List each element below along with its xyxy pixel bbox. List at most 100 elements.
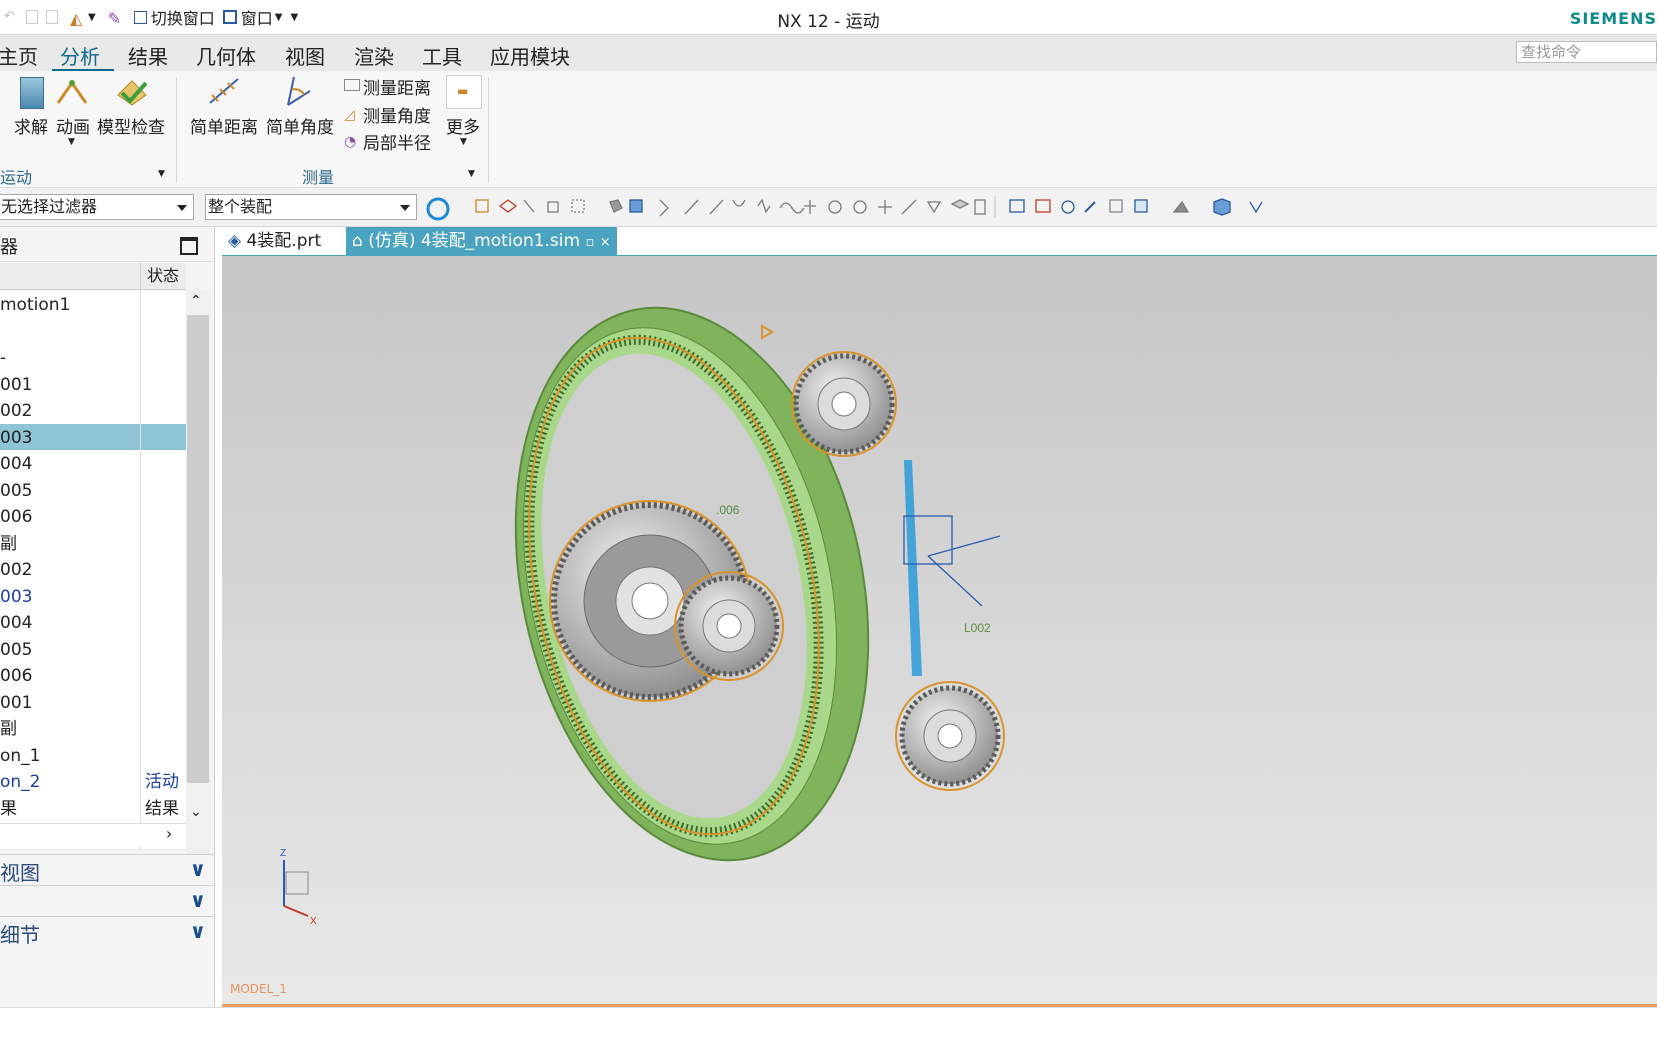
graphics-window[interactable]: .006 L002 Z X MODEL_1 [222, 256, 1657, 1004]
selection-scope-dropdown[interactable]: 整个装配 [205, 194, 417, 220]
tree-row[interactable]: 001 [0, 370, 186, 400]
animation-button[interactable]: 动画 [56, 113, 90, 138]
carrier-arm[interactable] [904, 460, 922, 676]
tab-assembly-prt[interactable]: ◈ 4装配.prt [222, 227, 327, 255]
tree-row[interactable]: 004 [0, 450, 186, 479]
tree-row[interactable]: 005 [0, 476, 186, 506]
tab-float-icon[interactable]: ▫ [585, 235, 594, 250]
simulation-file-icon: ⌂ [352, 231, 363, 251]
tree-row-status [140, 715, 191, 743]
section-label: 视图 [0, 861, 40, 885]
model-name-label: MODEL_1 [230, 982, 287, 996]
more-button[interactable]: 更多 [446, 113, 480, 138]
group-label-motion: 运动 [0, 168, 33, 187]
tree-row[interactable]: 002 [0, 556, 186, 585]
tab-application[interactable]: 应用模块 [490, 41, 570, 70]
tree-row-status: 活动 [140, 768, 191, 796]
scroll-right-icon[interactable]: › [166, 824, 172, 843]
ribbon: 求解 动画 ▼ 模型检查 运动 ▼ 简单距离 简单角度 测量距离 ◿ 测量角度 … [0, 71, 1657, 188]
more-dropdown-icon[interactable]: ▼ [460, 137, 467, 147]
tree-row[interactable]: 002 [0, 397, 186, 426]
tree-row-name: on_2 [0, 772, 41, 792]
model-check-icon[interactable] [114, 75, 150, 107]
window-title: NX 12 - 运动 [777, 12, 880, 32]
simple-angle-button[interactable]: 简单角度 [266, 113, 334, 138]
tree-row-status [140, 397, 191, 425]
gear-assembly-model[interactable]: .006 L002 Z X [222, 256, 1657, 1004]
tree-row-name [0, 318, 140, 346]
chevron-down-icon [400, 205, 410, 211]
local-radius-icon: ◔ [344, 134, 357, 150]
more-icon[interactable]: ▬ [446, 75, 482, 109]
scroll-down-icon[interactable]: ⌄ [190, 804, 202, 820]
tree-row-name: 005 [0, 639, 33, 660]
animation-icon[interactable] [56, 77, 88, 107]
simple-distance-button[interactable]: 简单距离 [190, 113, 258, 138]
section-views[interactable]: 视图 ∨ [0, 854, 214, 885]
model-check-button[interactable]: 模型检查 [97, 113, 165, 138]
tab-render[interactable]: 渲染 [354, 41, 394, 70]
measure-distance-button[interactable]: 测量距离 [363, 74, 431, 99]
simple-distance-icon[interactable] [206, 75, 242, 107]
tree-row[interactable]: 005 [0, 635, 186, 665]
tab-motion-sim[interactable]: ⌂ (仿真) 4装配_motion1.sim ▫ × [346, 227, 617, 255]
horizontal-scrollbar[interactable]: › [0, 823, 186, 846]
tree-row-name: 副 [0, 719, 17, 739]
scrollbar-thumb[interactable] [187, 315, 209, 783]
tree-row[interactable]: on_2 活动 [0, 768, 186, 797]
command-search-input[interactable]: 查找命令 [1516, 41, 1657, 63]
tab-tools[interactable]: 工具 [422, 41, 462, 70]
solve-button[interactable]: 求解 [14, 113, 48, 138]
tree-row-status [140, 344, 191, 372]
tree-row-name: 004 [0, 613, 33, 633]
close-icon[interactable]: × [600, 235, 611, 250]
tree-row-name: 004 [0, 454, 33, 474]
tree-row[interactable]: 004 [0, 609, 186, 638]
tree-row-name: 005 [0, 480, 33, 501]
tree-row-name: 003 [0, 586, 33, 607]
tree-row[interactable]: 006 [0, 662, 186, 691]
tree-row[interactable]: 003 [0, 423, 186, 453]
maximize-icon[interactable] [180, 237, 198, 255]
tree-row[interactable]: 副 [0, 529, 186, 559]
status-column-header[interactable]: 状态 [140, 263, 193, 289]
chevron-down-icon: ∨ [189, 919, 206, 943]
tree-row-status [140, 582, 191, 611]
tree-row-name: 002 [0, 401, 33, 421]
selection-filter-dropdown[interactable]: 无选择过滤器 [0, 194, 194, 220]
svg-text:X: X [310, 916, 317, 927]
tab-results[interactable]: 结果 [128, 41, 168, 70]
group-expand-icon[interactable]: ▼ [468, 169, 475, 179]
tab-view[interactable]: 视图 [285, 41, 325, 70]
scroll-up-icon[interactable]: ⌃ [190, 293, 202, 309]
ribbon-tab-bar: 主页 分析 结果 几何体 视图 渲染 工具 应用模块 查找命令 [0, 35, 1657, 71]
status-bar [0, 1007, 1657, 1037]
column-header-row: 状态 [0, 263, 186, 290]
tree-row[interactable]: motion1 [0, 291, 186, 320]
tree-row[interactable]: 003 [0, 582, 186, 612]
measure-angle-button[interactable]: 测量角度 [363, 102, 431, 127]
animation-dropdown-icon[interactable]: ▼ [68, 137, 75, 147]
local-radius-button[interactable]: 局部半径 [363, 129, 431, 154]
tree-row[interactable]: 副 [0, 715, 186, 744]
section-dependencies[interactable]: ∨ [0, 885, 214, 916]
section-details[interactable]: 细节 ∨ [0, 916, 214, 947]
simple-angle-icon[interactable] [284, 75, 314, 107]
measure-angle-icon: ◿ [344, 107, 355, 123]
tree-row[interactable]: 001 [0, 688, 186, 718]
tab-geometry[interactable]: 几何体 [196, 41, 256, 70]
tree-row[interactable]: on_1 [0, 741, 186, 771]
tab-home[interactable]: 主页 [0, 41, 38, 70]
title-bar: ↶ ◭ ▼ ✎ 切换窗口 窗口 ▼ ▼ NX 12 - 运动 SIEMENS [0, 0, 1657, 35]
group-expand-icon[interactable]: ▼ [158, 169, 165, 179]
tree-row[interactable] [0, 317, 186, 347]
selection-scope-value: 整个装配 [208, 197, 273, 216]
tree-row-status [140, 317, 191, 346]
selection-tools-strip [475, 196, 1263, 218]
solve-icon[interactable] [20, 77, 44, 109]
tab-label: (仿真) 4装配_motion1.sim [368, 231, 581, 251]
tree-row[interactable]: 006 [0, 503, 186, 532]
tab-analysis[interactable]: 分析 [60, 41, 100, 70]
tree-row[interactable]: - [0, 344, 186, 373]
tree-row[interactable]: 果结果 [0, 794, 186, 824]
